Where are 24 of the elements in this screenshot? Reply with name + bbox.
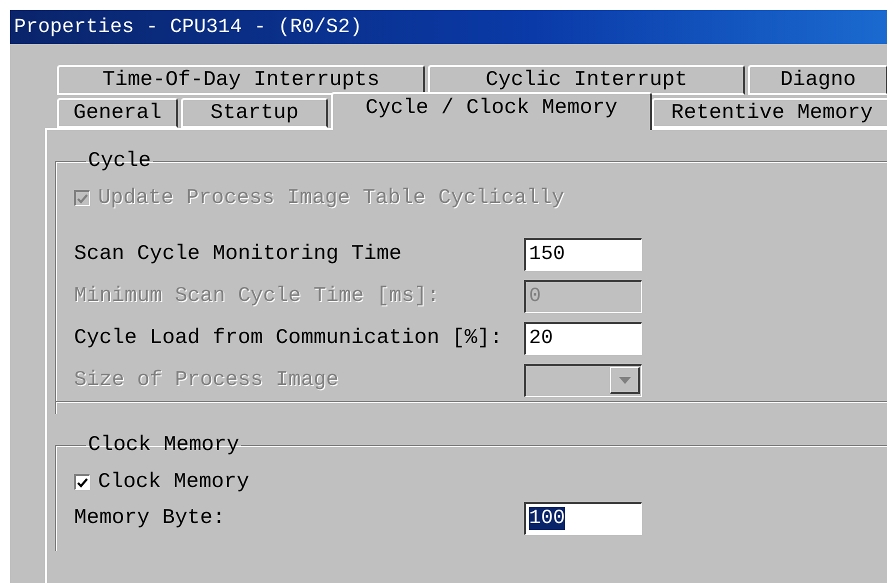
group-title: Cycle — [87, 150, 152, 173]
field-label: Size of Process Image — [74, 368, 340, 392]
checkmark-icon — [77, 478, 88, 488]
checkbox-label: Update Process Image Table Cyclically — [98, 186, 564, 210]
field-label: Cycle Load from Communication [%]: — [74, 326, 504, 350]
field-label: Memory Byte: — [74, 506, 226, 530]
input-field[interactable]: 150 — [524, 238, 642, 270]
tab[interactable]: Diagno — [748, 65, 887, 95]
field-label: Scan Cycle Monitoring Time — [74, 242, 403, 266]
input-field[interactable]: 100 — [524, 502, 642, 534]
group-title: Clock Memory — [87, 434, 240, 457]
checkmark-icon — [77, 194, 88, 204]
checkbox-label: Clock Memory — [98, 470, 250, 494]
tab[interactable]: Cycle / Clock Memory — [331, 92, 652, 130]
tab[interactable]: Retentive Memory — [652, 98, 887, 128]
input-field[interactable]: 20 — [524, 322, 642, 354]
caret-icon — [618, 376, 630, 384]
tab[interactable]: Startup — [181, 98, 328, 128]
tab[interactable]: Time-Of-Day Interrupts — [57, 65, 425, 95]
tab[interactable]: General — [57, 98, 178, 128]
tab[interactable]: Cyclic Interrupt — [428, 65, 745, 95]
window-title: Properties - CPU314 - (R0/S2) — [14, 16, 362, 38]
field-label: Minimum Scan Cycle Time [ms]: — [74, 284, 440, 308]
checkbox[interactable] — [74, 474, 90, 490]
